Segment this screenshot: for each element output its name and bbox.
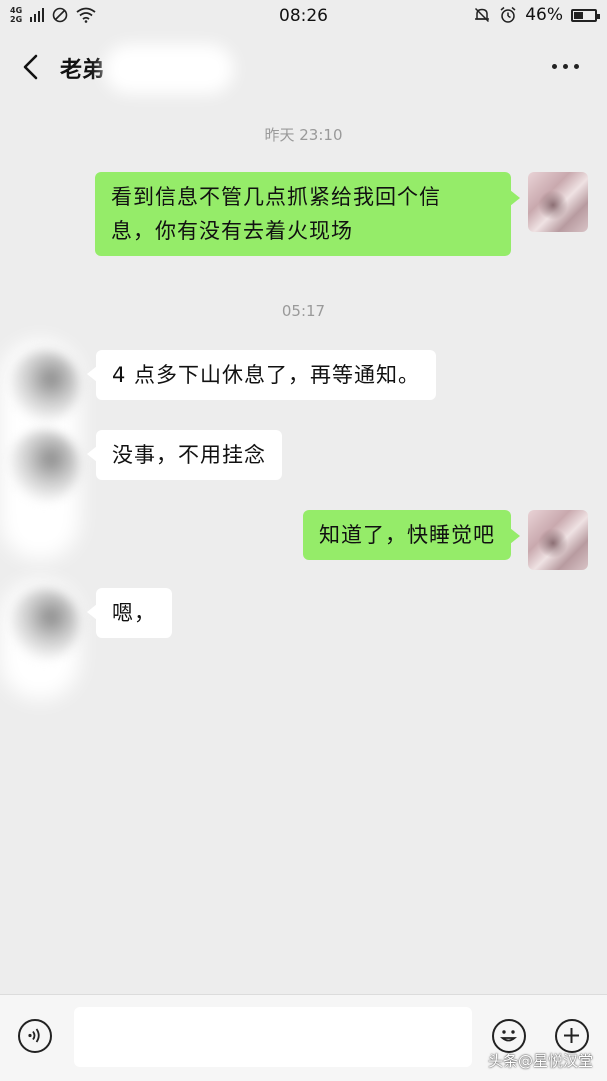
- mute-bell-icon: [475, 7, 490, 23]
- watermark: 头条@星悦汉堂: [487, 1052, 593, 1070]
- message-input[interactable]: [74, 1007, 472, 1067]
- message-bubble-received[interactable]: 4 点多下山休息了，再等通知。: [86, 350, 437, 400]
- message-bubble-sent[interactable]: 知道了，快睡觉吧: [303, 510, 520, 560]
- input-bar: 头条@星悦汉堂: [0, 994, 607, 1081]
- contact-avatar[interactable]: [8, 588, 80, 660]
- contact-avatar[interactable]: [8, 430, 80, 502]
- battery-percent: 46%: [525, 5, 563, 25]
- back-arrow-icon[interactable]: [18, 52, 44, 82]
- my-avatar[interactable]: [528, 510, 588, 570]
- plus-icon[interactable]: [555, 1019, 589, 1053]
- status-bar: 4G 2G 08:26 46%: [0, 0, 607, 34]
- message-bubble-received[interactable]: 没事，不用挂念: [87, 430, 282, 480]
- alarm-icon: [500, 6, 516, 23]
- message-bubble-sent[interactable]: 看到信息不管几点抓紧给我回个信 息，你有没有去着火现场: [95, 172, 520, 256]
- message-bubble-received[interactable]: 嗯，: [87, 588, 172, 638]
- more-options-icon[interactable]: [552, 64, 579, 69]
- voice-icon[interactable]: [18, 1019, 52, 1053]
- battery-fill: [574, 11, 584, 19]
- chat-title: 老弟: [60, 58, 105, 83]
- timestamp: 05:17: [281, 302, 326, 320]
- battery-icon: [571, 8, 600, 22]
- emoji-icon[interactable]: [492, 1019, 526, 1053]
- my-avatar[interactable]: [528, 172, 588, 232]
- message-line: 看到信息不管几点抓紧给我回个信: [111, 185, 441, 209]
- message-line: 息，你有没有去着火现场: [111, 219, 353, 243]
- contact-avatar[interactable]: [8, 350, 80, 422]
- status-bar-right: 46%: [473, 5, 600, 25]
- chat-header: 老弟: [0, 34, 607, 102]
- redacted-name: [104, 44, 234, 94]
- timestamp: 昨天 23:10: [264, 126, 343, 144]
